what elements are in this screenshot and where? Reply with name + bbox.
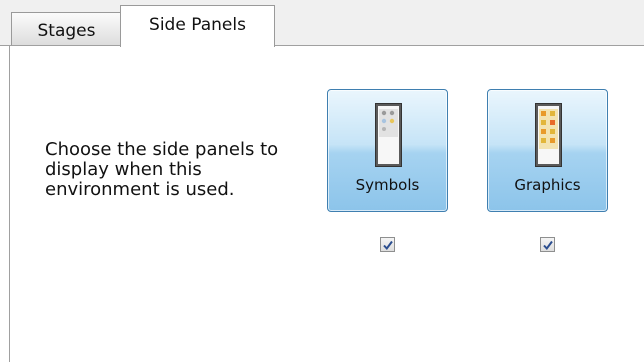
side-panels-content: Choose the side panels to display when t…	[9, 46, 644, 362]
checkmark-icon	[543, 240, 553, 251]
symbols-panel-label: Symbols	[355, 176, 420, 194]
tab-stages-label: Stages	[37, 20, 96, 41]
symbols-panel-button[interactable]: Symbols	[327, 89, 448, 212]
graphics-panel-label: Graphics	[514, 176, 581, 194]
symbols-panel-icon	[375, 103, 402, 167]
graphics-panel-button[interactable]: Graphics	[487, 89, 608, 212]
checkmark-icon	[383, 240, 393, 251]
graphics-checkbox[interactable]	[540, 237, 555, 252]
tab-strip: Stages Side Panels	[0, 0, 644, 47]
symbols-checkbox[interactable]	[380, 237, 395, 252]
tab-stages[interactable]: Stages	[11, 12, 122, 46]
tab-side-panels[interactable]: Side Panels	[120, 5, 275, 47]
tab-side-panels-label: Side Panels	[149, 14, 246, 35]
description-text: Choose the side panels to display when t…	[45, 139, 279, 200]
side-panels-dialog: Stages Side Panels Choose the side panel…	[0, 0, 644, 362]
graphics-panel-icon	[535, 103, 562, 167]
